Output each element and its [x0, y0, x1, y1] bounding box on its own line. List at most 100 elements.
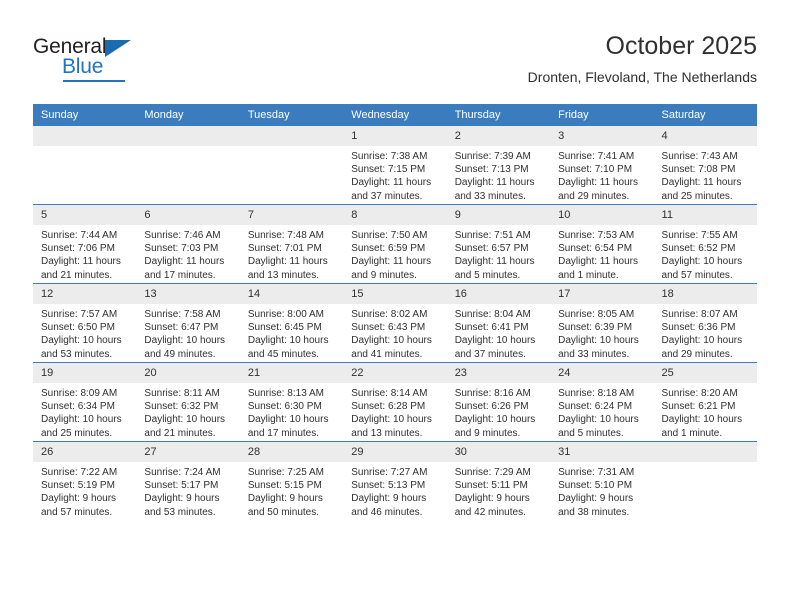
calendar-day-cell[interactable]: 10 Sunrise: 7:53 AM Sunset: 6:54 PM Dayligh… [550, 204, 654, 284]
calendar-day-cell-empty [653, 441, 757, 520]
calendar-day-cell[interactable]: 18 Sunrise: 8:07 AM Sunset: 6:36 PM Dayligh… [653, 283, 757, 363]
calendar-day-cell[interactable]: 17 Sunrise: 8:05 AM Sunset: 6:39 PM Dayligh… [550, 283, 654, 363]
day-number [33, 126, 137, 146]
day-sun-info: Sunrise: 8:05 AM Sunset: 6:39 PM Daylight:… [550, 304, 653, 361]
day-sun-info: Sunrise: 7:51 AM Sunset: 6:57 PM Daylight:… [447, 225, 550, 282]
day-number: 7 [239, 205, 344, 225]
daylight-text: Daylight: 11 hours and 9 minutes. [351, 256, 432, 281]
calendar-day-cell[interactable]: 14 Sunrise: 8:00 AM Sunset: 6:45 PM Dayligh… [239, 283, 344, 363]
calendar-day-cell[interactable]: 24 Sunrise: 8:18 AM Sunset: 6:24 PM Dayligh… [550, 362, 654, 442]
sunrise-text: Sunrise: 7:27 AM [351, 467, 428, 478]
day-number: 11 [653, 205, 757, 225]
calendar-day-cell[interactable]: 2 Sunrise: 7:39 AM Sunset: 7:13 PM Daylight… [446, 126, 551, 205]
daylight-text: Daylight: 10 hours and 49 minutes. [144, 335, 226, 360]
sunset-text: Sunset: 6:36 PM [661, 322, 736, 334]
daylight-text: Daylight: 9 hours and 42 minutes. [454, 493, 530, 518]
calendar-day-cell[interactable]: 30 Sunrise: 7:29 AM Sunset: 5:11 PM Dayligh… [446, 441, 551, 520]
calendar-day-cell[interactable]: 20 Sunrise: 8:11 AM Sunset: 6:32 PM Dayligh… [136, 362, 240, 442]
sunset-text: Sunset: 7:08 PM [661, 164, 736, 176]
sunset-text: Sunset: 6:28 PM [351, 401, 426, 413]
sunset-text: Sunset: 5:13 PM [351, 480, 426, 492]
sunset-text: Sunset: 6:45 PM [247, 322, 322, 334]
sunrise-text: Sunrise: 7:25 AM [247, 467, 324, 478]
daylight-text: Daylight: 11 hours and 29 minutes. [558, 177, 638, 202]
day-sun-info: Sunrise: 8:07 AM Sunset: 6:36 PM Daylight:… [654, 304, 757, 361]
daylight-text: Daylight: 11 hours and 37 minutes. [351, 177, 432, 202]
daylight-text: Daylight: 10 hours and 37 minutes. [454, 335, 536, 360]
calendar-day-cell[interactable]: 6 Sunrise: 7:46 AM Sunset: 7:03 PM Daylight… [136, 204, 240, 284]
logo-triangle-icon [105, 40, 131, 57]
calendar-day-cell[interactable]: 28 Sunrise: 7:25 AM Sunset: 5:15 PM Dayligh… [239, 441, 344, 520]
daylight-text: Daylight: 10 hours and 29 minutes. [661, 335, 743, 360]
sunrise-sunset-calendar: Sunday Monday Tuesday Wednesday Thursday… [33, 104, 757, 520]
sunrise-text: Sunrise: 8:16 AM [454, 388, 531, 399]
sunset-text: Sunset: 6:32 PM [144, 401, 219, 413]
calendar-week-row: 26 Sunrise: 7:22 AM Sunset: 5:19 PM Dayligh… [33, 441, 757, 520]
calendar-day-cell[interactable]: 3 Sunrise: 7:41 AM Sunset: 7:10 PM Daylight… [550, 126, 654, 205]
calendar-day-cell[interactable]: 26 Sunrise: 7:22 AM Sunset: 5:19 PM Dayligh… [33, 441, 137, 520]
day-number: 28 [239, 442, 344, 462]
calendar-header-row: Sunday Monday Tuesday Wednesday Thursday… [33, 104, 757, 126]
day-number: 6 [136, 205, 240, 225]
sunrise-text: Sunrise: 7:43 AM [661, 151, 738, 162]
calendar-day-cell[interactable]: 29 Sunrise: 7:27 AM Sunset: 5:13 PM Dayligh… [343, 441, 447, 520]
calendar-day-cell[interactable]: 11 Sunrise: 7:55 AM Sunset: 6:52 PM Dayligh… [653, 204, 757, 284]
title-block: October 2025 Dronten, Flevoland, The Net… [528, 30, 757, 87]
calendar-day-cell[interactable]: 19 Sunrise: 8:09 AM Sunset: 6:34 PM Dayligh… [33, 362, 137, 442]
weekday-header-saturday: Saturday [653, 104, 757, 126]
sunset-text: Sunset: 6:43 PM [351, 322, 426, 334]
daylight-text: Daylight: 9 hours and 38 minutes. [558, 493, 634, 518]
sunset-text: Sunset: 6:26 PM [454, 401, 529, 413]
sunset-text: Sunset: 6:47 PM [144, 322, 219, 334]
sunset-text: Sunset: 6:54 PM [558, 243, 633, 255]
day-number: 15 [343, 284, 447, 304]
daylight-text: Daylight: 10 hours and 33 minutes. [558, 335, 639, 360]
daylight-text: Daylight: 11 hours and 25 minutes. [661, 177, 742, 202]
sunrise-text: Sunrise: 7:57 AM [41, 309, 118, 320]
daylight-text: Daylight: 11 hours and 17 minutes. [144, 256, 225, 281]
daylight-text: Daylight: 10 hours and 13 minutes. [351, 414, 432, 439]
day-number: 5 [33, 205, 137, 225]
calendar-day-cell[interactable]: 22 Sunrise: 8:14 AM Sunset: 6:28 PM Dayligh… [343, 362, 447, 442]
calendar-day-cell[interactable]: 9 Sunrise: 7:51 AM Sunset: 6:57 PM Daylight… [446, 204, 551, 284]
calendar-day-cell[interactable]: 16 Sunrise: 8:04 AM Sunset: 6:41 PM Dayligh… [446, 283, 551, 363]
calendar-day-cell[interactable]: 13 Sunrise: 7:58 AM Sunset: 6:47 PM Dayligh… [136, 283, 240, 363]
weekday-header-wednesday: Wednesday [343, 104, 447, 126]
day-number: 24 [550, 363, 654, 383]
sunrise-text: Sunrise: 8:07 AM [661, 309, 738, 320]
sunset-text: Sunset: 7:03 PM [144, 243, 219, 255]
day-number: 30 [446, 442, 551, 462]
sunrise-text: Sunrise: 7:41 AM [558, 151, 635, 162]
calendar-day-cell[interactable]: 27 Sunrise: 7:24 AM Sunset: 5:17 PM Dayligh… [136, 441, 240, 520]
day-number: 23 [446, 363, 551, 383]
calendar-day-cell[interactable]: 4 Sunrise: 7:43 AM Sunset: 7:08 PM Daylight… [653, 126, 757, 205]
day-number: 22 [343, 363, 447, 383]
daylight-text: Daylight: 10 hours and 1 minute. [661, 414, 743, 439]
calendar-day-cell[interactable]: 5 Sunrise: 7:44 AM Sunset: 7:06 PM Daylight… [33, 204, 137, 284]
calendar-day-cell[interactable]: 8 Sunrise: 7:50 AM Sunset: 6:59 PM Daylight… [343, 204, 447, 284]
day-sun-info: Sunrise: 8:09 AM Sunset: 6:34 PM Daylight:… [33, 383, 136, 440]
calendar-day-cell[interactable]: 7 Sunrise: 7:48 AM Sunset: 7:01 PM Daylight… [239, 204, 344, 284]
logo-text-blue: Blue [62, 55, 104, 78]
calendar-day-cell[interactable]: 23 Sunrise: 8:16 AM Sunset: 6:26 PM Dayligh… [446, 362, 551, 442]
day-sun-info: Sunrise: 7:22 AM Sunset: 5:19 PM Daylight:… [33, 462, 136, 519]
day-sun-info: Sunrise: 8:16 AM Sunset: 6:26 PM Daylight:… [447, 383, 550, 440]
daylight-text: Daylight: 10 hours and 45 minutes. [247, 335, 329, 360]
day-number: 27 [136, 442, 240, 462]
calendar-day-cell[interactable]: 25 Sunrise: 8:20 AM Sunset: 6:21 PM Dayligh… [653, 362, 757, 442]
daylight-text: Daylight: 10 hours and 41 minutes. [351, 335, 432, 360]
calendar-day-cell[interactable]: 31 Sunrise: 7:31 AM Sunset: 5:10 PM Dayligh… [550, 441, 654, 520]
day-sun-info: Sunrise: 8:00 AM Sunset: 6:45 PM Daylight:… [240, 304, 343, 361]
weekday-header-friday: Friday [550, 104, 654, 126]
calendar-day-cell[interactable]: 12 Sunrise: 7:57 AM Sunset: 6:50 PM Dayligh… [33, 283, 137, 363]
day-number: 25 [653, 363, 757, 383]
daylight-text: Daylight: 10 hours and 53 minutes. [41, 335, 122, 360]
calendar-day-cell[interactable]: 1 Sunrise: 7:38 AM Sunset: 7:15 PM Daylight… [343, 126, 447, 205]
day-sun-info: Sunrise: 7:43 AM Sunset: 7:08 PM Daylight:… [654, 146, 757, 203]
sunrise-text: Sunrise: 7:46 AM [144, 230, 221, 241]
calendar-day-cell[interactable]: 21 Sunrise: 8:13 AM Sunset: 6:30 PM Dayligh… [239, 362, 344, 442]
sunrise-text: Sunrise: 8:18 AM [558, 388, 635, 399]
sunset-text: Sunset: 6:39 PM [558, 322, 633, 334]
sunrise-text: Sunrise: 7:22 AM [41, 467, 118, 478]
calendar-day-cell[interactable]: 15 Sunrise: 8:02 AM Sunset: 6:43 PM Dayligh… [343, 283, 447, 363]
